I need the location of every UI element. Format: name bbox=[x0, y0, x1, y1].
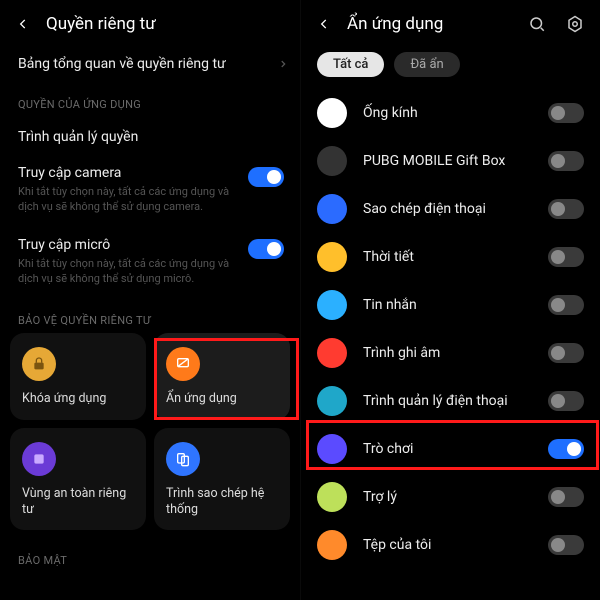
app-toggle[interactable] bbox=[548, 343, 584, 363]
mic-access-toggle[interactable] bbox=[248, 239, 284, 259]
page-title: Quyền riêng tư bbox=[46, 14, 156, 34]
left-header: Quyền riêng tư bbox=[0, 0, 300, 44]
app-label: PUBG MOBILE Gift Box bbox=[363, 153, 532, 169]
mic-access-title: Truy cập micrô bbox=[18, 237, 282, 253]
hide-icon bbox=[166, 347, 200, 381]
app-row[interactable]: PUBG MOBILE Gift Box bbox=[301, 137, 600, 185]
privacy-pane: Quyền riêng tư Bảng tổng quan về quyền r… bbox=[0, 0, 300, 600]
app-row[interactable]: Trình ghi âm bbox=[301, 329, 600, 377]
app-label: Tin nhắn bbox=[363, 297, 532, 313]
permission-manager-label: Trình quản lý quyền bbox=[18, 129, 138, 145]
card-hide-apps[interactable]: Ẩn ứng dụng bbox=[154, 333, 290, 419]
app-icon bbox=[317, 386, 347, 416]
right-header: Ẩn ứng dụng bbox=[301, 0, 600, 44]
app-label: Trò chơi bbox=[363, 441, 532, 457]
section-security: BẢO MẬT bbox=[0, 540, 300, 573]
app-icon bbox=[317, 146, 347, 176]
app-label: Sao chép điện thoại bbox=[363, 201, 532, 217]
card-system-clone[interactable]: Trình sao chép hệ thống bbox=[154, 428, 290, 531]
app-row[interactable]: Tệp của tôi bbox=[301, 521, 600, 569]
app-label: Trợ lý bbox=[363, 489, 532, 505]
app-row[interactable]: Thời tiết bbox=[301, 233, 600, 281]
lock-icon bbox=[22, 347, 56, 381]
app-list: Ống kính PUBG MOBILE Gift Box Sao chép điệ… bbox=[301, 89, 600, 569]
app-toggle[interactable] bbox=[548, 391, 584, 411]
hide-apps-pane: Ẩn ứng dụng Tất cả Đã ẩn Ống kính PUBG MO… bbox=[300, 0, 600, 600]
card-safe-zone-label: Vùng an toàn riêng tư bbox=[22, 486, 134, 519]
app-icon bbox=[317, 482, 347, 512]
filter-all[interactable]: Tất cả bbox=[317, 52, 384, 77]
app-label: Ống kính bbox=[363, 105, 532, 121]
card-safe-zone[interactable]: Vùng an toàn riêng tư bbox=[10, 428, 146, 531]
header-actions bbox=[528, 15, 584, 33]
privacy-cards: Khóa ứng dụng Ẩn ứng dụng Vùng an toàn r… bbox=[0, 333, 300, 530]
app-row[interactable]: Trình quản lý điện thoại bbox=[301, 377, 600, 425]
app-toggle[interactable] bbox=[548, 151, 584, 171]
camera-access-sub: Khi tắt tùy chọn này, tất cả các ứng dụn… bbox=[18, 185, 282, 215]
app-icon bbox=[317, 242, 347, 272]
app-label: Thời tiết bbox=[363, 249, 532, 265]
camera-access-title: Truy cập camera bbox=[18, 165, 282, 181]
app-toggle[interactable] bbox=[548, 535, 584, 555]
privacy-overview-label: Bảng tổng quan về quyền riêng tư bbox=[18, 56, 226, 72]
back-icon[interactable] bbox=[16, 17, 30, 31]
app-toggle[interactable] bbox=[548, 487, 584, 507]
app-row[interactable]: Ống kính bbox=[301, 89, 600, 137]
app-toggle[interactable] bbox=[548, 103, 584, 123]
search-icon[interactable] bbox=[528, 15, 546, 33]
app-row[interactable]: Trò chơi bbox=[301, 425, 600, 473]
app-icon bbox=[317, 98, 347, 128]
card-hide-apps-label: Ẩn ứng dụng bbox=[166, 391, 278, 407]
app-icon bbox=[317, 434, 347, 464]
page-title: Ẩn ứng dụng bbox=[347, 14, 443, 34]
permission-manager-row[interactable]: Trình quản lý quyền bbox=[0, 117, 300, 157]
app-label: Trình quản lý điện thoại bbox=[363, 393, 532, 409]
section-app-permissions: QUYỀN CỦA ỨNG DỤNG bbox=[0, 84, 300, 117]
card-app-lock-label: Khóa ứng dụng bbox=[22, 391, 134, 407]
section-privacy-protect: BẢO VỆ QUYỀN RIÊNG TƯ bbox=[0, 300, 300, 333]
app-toggle[interactable] bbox=[548, 439, 584, 459]
app-toggle[interactable] bbox=[548, 247, 584, 267]
card-app-lock[interactable]: Khóa ứng dụng bbox=[10, 333, 146, 419]
app-label: Tệp của tôi bbox=[363, 537, 532, 553]
filter-tabs: Tất cả Đã ẩn bbox=[301, 44, 600, 89]
app-row[interactable]: Trợ lý bbox=[301, 473, 600, 521]
app-toggle[interactable] bbox=[548, 295, 584, 315]
mic-access-sub: Khi tắt tùy chọn này, tất cả các ứng dụn… bbox=[18, 257, 282, 287]
camera-access-row[interactable]: Truy cập camera Khi tắt tùy chọn này, tấ… bbox=[0, 157, 300, 229]
app-label: Trình ghi âm bbox=[363, 345, 532, 361]
chevron-right-icon bbox=[278, 59, 288, 69]
camera-access-toggle[interactable] bbox=[248, 167, 284, 187]
safe-icon bbox=[22, 442, 56, 476]
settings-icon[interactable] bbox=[566, 15, 584, 33]
app-row[interactable]: Tin nhắn bbox=[301, 281, 600, 329]
clone-icon bbox=[166, 442, 200, 476]
app-icon bbox=[317, 194, 347, 224]
privacy-overview-row[interactable]: Bảng tổng quan về quyền riêng tư bbox=[0, 44, 300, 84]
app-icon bbox=[317, 530, 347, 560]
filter-hidden[interactable]: Đã ẩn bbox=[394, 52, 459, 77]
mic-access-row[interactable]: Truy cập micrô Khi tắt tùy chọn này, tất… bbox=[0, 229, 300, 301]
app-row[interactable]: Sao chép điện thoại bbox=[301, 185, 600, 233]
app-icon bbox=[317, 338, 347, 368]
app-toggle[interactable] bbox=[548, 199, 584, 219]
back-icon[interactable] bbox=[317, 17, 331, 31]
card-system-clone-label: Trình sao chép hệ thống bbox=[166, 486, 278, 519]
app-icon bbox=[317, 290, 347, 320]
